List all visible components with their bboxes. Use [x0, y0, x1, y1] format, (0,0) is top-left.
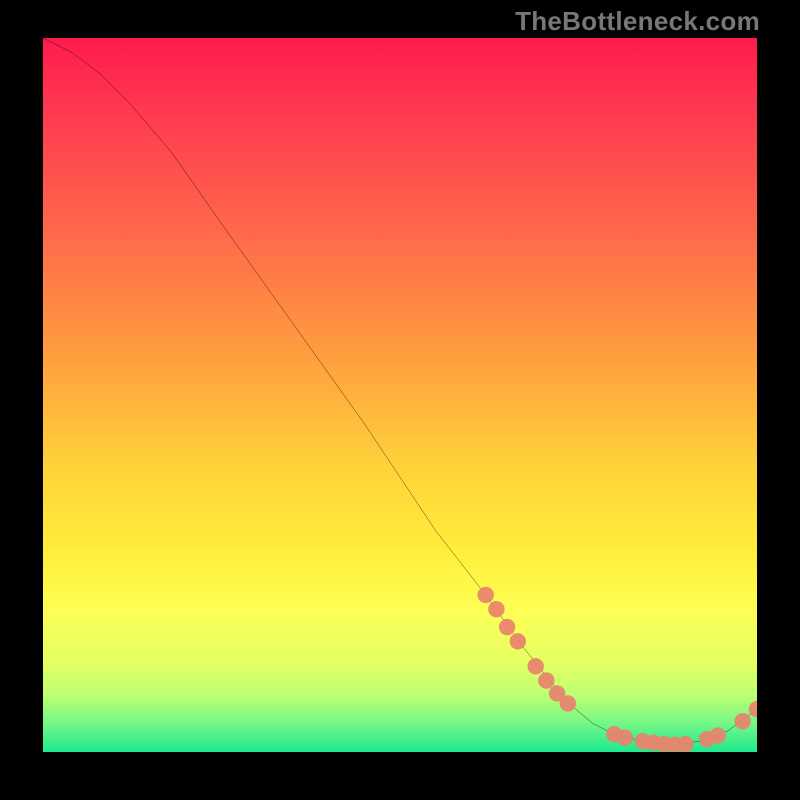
highlight-dot	[677, 736, 693, 752]
highlight-dot	[499, 619, 515, 635]
bottleneck-curve	[43, 38, 757, 745]
curve-layer	[43, 38, 757, 752]
curve-group	[43, 38, 757, 745]
chart-stage: TheBottleneck.com	[0, 0, 800, 800]
highlight-dot	[735, 713, 751, 729]
plot-area	[43, 38, 757, 752]
highlight-dot	[477, 587, 493, 603]
highlight-dot	[710, 727, 726, 743]
watermark-text: TheBottleneck.com	[515, 6, 760, 37]
highlight-dots-group	[477, 587, 757, 752]
highlight-dot	[617, 730, 633, 746]
highlight-dot	[749, 701, 757, 717]
highlight-dot	[488, 601, 504, 617]
highlight-dot	[527, 658, 543, 674]
highlight-dot	[538, 672, 554, 688]
highlight-dot	[510, 633, 526, 649]
highlight-dot	[560, 695, 576, 711]
